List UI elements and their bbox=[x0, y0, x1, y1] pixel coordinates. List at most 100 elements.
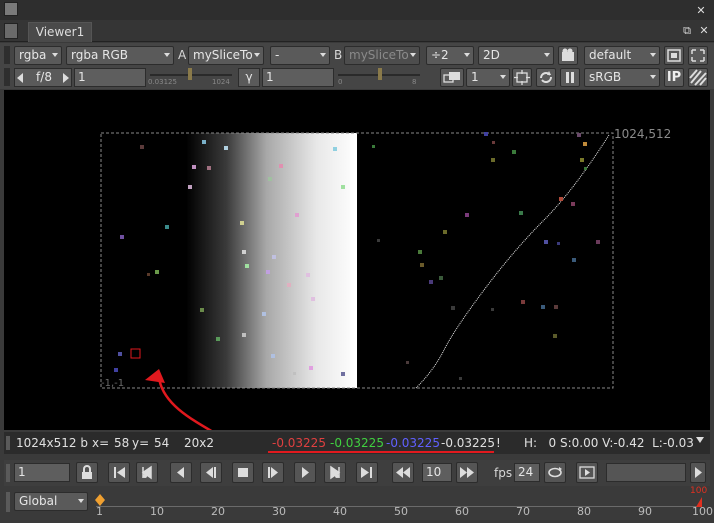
timeline-tick: 40 bbox=[333, 505, 347, 518]
layer-dropdown[interactable]: rgba RGB bbox=[66, 46, 174, 65]
proxy-dropdown[interactable]: 1 bbox=[466, 68, 510, 87]
increment-field[interactable]: 10 bbox=[422, 463, 452, 482]
gain-slider-handle[interactable] bbox=[188, 68, 192, 80]
downscale-value: ÷2 bbox=[431, 48, 449, 62]
input-a-value: mySliceTo bbox=[193, 48, 253, 62]
previous-keyframe-icon[interactable] bbox=[136, 462, 158, 483]
ip-button[interactable]: IP bbox=[664, 68, 684, 87]
timeline-tick: 80 bbox=[577, 505, 591, 518]
fullscreen-icon[interactable] bbox=[688, 46, 708, 65]
fstop-decrease-icon[interactable] bbox=[17, 73, 23, 83]
gradient-ramp bbox=[156, 133, 357, 388]
title-bar bbox=[0, 0, 714, 20]
colorspace-dropdown[interactable]: sRGB bbox=[584, 68, 660, 87]
loop-icon[interactable] bbox=[544, 462, 566, 483]
annotation-underline bbox=[268, 451, 494, 453]
channels-value: rgba bbox=[19, 48, 47, 62]
fstop-value: f/8 bbox=[36, 70, 52, 84]
next-keyframe-icon[interactable] bbox=[324, 462, 346, 483]
playback-grip bbox=[6, 464, 10, 482]
zoom-readout: 20x2 bbox=[184, 436, 215, 450]
lut-dropdown[interactable]: default bbox=[584, 46, 660, 65]
fps-label: fps bbox=[494, 466, 513, 480]
view-mode-dropdown[interactable]: 2D bbox=[478, 46, 554, 65]
layer-value: rgba bbox=[71, 48, 99, 62]
fstop-control[interactable]: f/8 bbox=[14, 68, 72, 87]
gamma-slider-max: 8 bbox=[412, 78, 417, 86]
fps-field[interactable]: 24 bbox=[514, 463, 540, 482]
step-forward-icon[interactable] bbox=[294, 462, 316, 483]
playback-options-icon[interactable] bbox=[690, 462, 706, 483]
timeline-tick: 90 bbox=[638, 505, 652, 518]
input-a-label: A bbox=[178, 48, 187, 62]
step-back-icon[interactable] bbox=[170, 462, 192, 483]
input-b-value: mySliceTo bbox=[349, 48, 409, 62]
input-a-dropdown[interactable]: mySliceTo bbox=[188, 46, 264, 65]
tab-viewer1[interactable]: Viewer1 bbox=[28, 22, 92, 42]
gain-slider[interactable]: 0.03125 1024 bbox=[148, 66, 234, 88]
toolbar-grip-2 bbox=[4, 68, 10, 86]
play-backward-icon[interactable] bbox=[200, 462, 222, 483]
panel-grip-icon[interactable] bbox=[4, 23, 18, 39]
timeline-tick: 50 bbox=[394, 505, 408, 518]
float-panel-icon[interactable]: ⧉ bbox=[680, 24, 694, 38]
gamma-field[interactable]: 1 bbox=[262, 68, 334, 87]
tab-viewer1-label: Viewer1 bbox=[35, 25, 85, 39]
x-label: x= bbox=[92, 436, 110, 450]
timeline-tick: 1 bbox=[96, 505, 103, 518]
format-readout: 1024x512 b bbox=[16, 436, 88, 450]
gain-field[interactable]: 1 bbox=[74, 68, 146, 87]
gamma-slider-handle[interactable] bbox=[378, 68, 382, 80]
info-marker: ! bbox=[496, 436, 501, 450]
gamma-slider-min: 0 bbox=[338, 78, 343, 86]
skip-back-increment-icon[interactable] bbox=[392, 462, 414, 483]
proxy-value: 1 bbox=[471, 70, 479, 84]
first-frame-icon[interactable] bbox=[108, 462, 130, 483]
striped-overlay-icon[interactable] bbox=[688, 68, 708, 87]
downscale-dropdown[interactable]: ÷2 bbox=[426, 46, 474, 65]
panel-menu-icon[interactable] bbox=[4, 2, 18, 16]
channels-dropdown[interactable]: rgba bbox=[14, 46, 62, 65]
gamma-toggle[interactable]: γ bbox=[238, 68, 260, 87]
info-menu-arrow-icon[interactable] bbox=[696, 437, 704, 443]
pause-icon[interactable] bbox=[560, 68, 580, 87]
colorspace-value: sRGB bbox=[589, 70, 622, 84]
timeline-slider[interactable]: 100 1 10 20 30 40 50 60 70 80 90 100 bbox=[95, 486, 713, 518]
input-b-dropdown[interactable]: mySliceTo bbox=[344, 46, 420, 65]
tab-strip bbox=[0, 20, 714, 42]
timeline-grip bbox=[6, 492, 10, 512]
lut-value: default bbox=[589, 48, 632, 62]
camera-icon[interactable] bbox=[558, 46, 578, 65]
timeline-tick: 70 bbox=[516, 505, 530, 518]
stop-icon[interactable] bbox=[232, 462, 254, 483]
proxy-icon[interactable] bbox=[440, 68, 464, 87]
compare-mode-value: - bbox=[275, 48, 280, 62]
playback-range-field[interactable] bbox=[606, 463, 686, 482]
gamma-slider[interactable]: 0 8 bbox=[336, 66, 422, 88]
roi-icon[interactable] bbox=[512, 68, 532, 87]
lock-icon[interactable] bbox=[76, 462, 98, 483]
toolbar-grip bbox=[4, 46, 10, 64]
y-label: y= bbox=[132, 436, 150, 450]
play-forward-icon[interactable] bbox=[262, 462, 284, 483]
fstop-increase-icon[interactable] bbox=[63, 73, 69, 83]
layer-channels-value: RGB bbox=[102, 48, 129, 62]
hsvl-readout: H: 0 S:0.00 V:-0.42 L:-0.03 bbox=[524, 436, 694, 450]
timeline-tick: 30 bbox=[272, 505, 286, 518]
close-window-icon[interactable]: ✕ bbox=[694, 4, 708, 18]
last-frame-icon[interactable] bbox=[356, 462, 378, 483]
end-frame-label: 100 bbox=[690, 486, 708, 496]
flipbook-icon[interactable] bbox=[576, 462, 598, 483]
refresh-icon[interactable] bbox=[536, 68, 556, 87]
input-b-label: B bbox=[334, 48, 343, 62]
curve-line bbox=[415, 134, 610, 389]
frame-field[interactable]: 1 bbox=[14, 463, 70, 482]
close-panel-icon[interactable]: ✕ bbox=[697, 24, 711, 38]
viewer-canvas[interactable]: 1024,512 -1,-1 bbox=[4, 90, 710, 450]
timeline-bar: Global 100 1 10 20 30 40 50 60 70 80 90 … bbox=[4, 486, 713, 520]
frame-range-scope-dropdown[interactable]: Global bbox=[14, 492, 88, 511]
scope-value: Global bbox=[19, 494, 58, 508]
fit-frame-icon[interactable] bbox=[664, 46, 684, 65]
skip-forward-increment-icon[interactable] bbox=[456, 462, 478, 483]
compare-mode-dropdown[interactable]: - bbox=[270, 46, 330, 65]
